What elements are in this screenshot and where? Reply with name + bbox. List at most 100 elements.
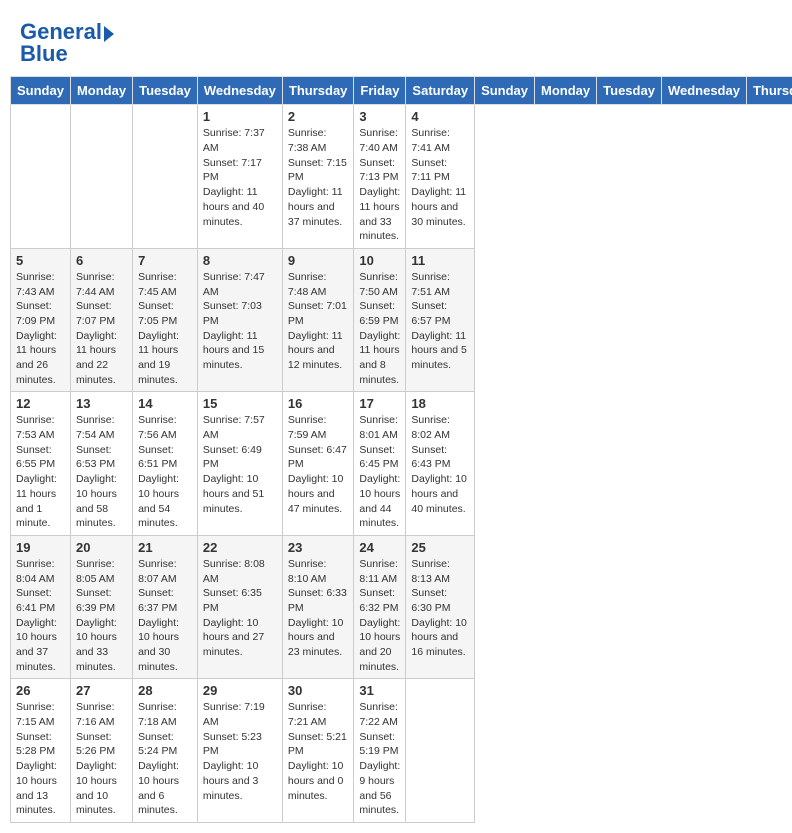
day-cell: 16 Sunrise: 7:59 AM Sunset: 6:47 PM Dayli…: [282, 392, 354, 536]
logo-subtext: Blue: [20, 42, 114, 66]
day-cell: 11 Sunrise: 7:51 AM Sunset: 6:57 PM Dayli…: [406, 248, 475, 392]
logo-arrow-icon: [104, 26, 114, 42]
week-row-2: 5 Sunrise: 7:43 AM Sunset: 7:09 PM Daylig…: [11, 248, 792, 392]
day-number: 5: [16, 253, 65, 268]
day-cell: 13Sunrise: 7:54 AM Sunset: 6:53 PM Dayli…: [70, 392, 132, 536]
day-number: 21: [138, 540, 192, 555]
day-header-sunday: Sunday: [475, 77, 535, 105]
day-number: 22: [203, 540, 277, 555]
day-number: 11: [411, 253, 469, 268]
day-info: Sunrise: 7:15 AM Sunset: 5:28 PM Dayligh…: [16, 700, 65, 818]
day-info: Sunrise: 7:50 AM Sunset: 6:59 PM Dayligh…: [359, 270, 400, 388]
day-number: 3: [359, 109, 400, 124]
day-cell: 26Sunrise: 7:15 AM Sunset: 5:28 PM Dayli…: [11, 679, 71, 823]
day-number: 1: [203, 109, 277, 124]
day-header-thursday: Thursday: [746, 77, 792, 105]
week-row-4: 19Sunrise: 8:04 AM Sunset: 6:41 PM Dayli…: [11, 535, 792, 679]
day-number: 25: [411, 540, 469, 555]
day-number: 30: [288, 683, 349, 698]
day-number: 9: [288, 253, 349, 268]
page-header: General Blue: [10, 10, 782, 71]
day-cell: [70, 105, 132, 249]
day-cell: [406, 679, 475, 823]
day-info: Sunrise: 7:45 AM Sunset: 7:05 PM Dayligh…: [138, 270, 192, 388]
logo: General Blue: [20, 20, 114, 66]
day-info: Sunrise: 7:44 AM Sunset: 7:07 PM Dayligh…: [76, 270, 127, 388]
day-number: 7: [138, 253, 192, 268]
day-header-sunday: Sunday: [11, 77, 71, 105]
day-cell: [11, 105, 71, 249]
day-info: Sunrise: 7:56 AM Sunset: 6:51 PM Dayligh…: [138, 413, 192, 531]
day-cell: 3 Sunrise: 7:40 AM Sunset: 7:13 PM Daylig…: [354, 105, 406, 249]
week-row-3: 12 Sunrise: 7:53 AM Sunset: 6:55 PM Dayli…: [11, 392, 792, 536]
day-cell: 17Sunrise: 8:01 AM Sunset: 6:45 PM Dayli…: [354, 392, 406, 536]
day-info: Sunrise: 7:48 AM Sunset: 7:01 PM Dayligh…: [288, 270, 349, 373]
day-number: 2: [288, 109, 349, 124]
day-cell: 5 Sunrise: 7:43 AM Sunset: 7:09 PM Daylig…: [11, 248, 71, 392]
day-number: 29: [203, 683, 277, 698]
day-cell: 21 Sunrise: 8:07 AM Sunset: 6:37 PM Dayli…: [133, 535, 198, 679]
day-info: Sunrise: 8:08 AM Sunset: 6:35 PM Dayligh…: [203, 557, 277, 660]
week-row-1: 1 Sunrise: 7:37 AM Sunset: 7:17 PM Daylig…: [11, 105, 792, 249]
day-cell: 18 Sunrise: 8:02 AM Sunset: 6:43 PM Dayli…: [406, 392, 475, 536]
day-info: Sunrise: 7:40 AM Sunset: 7:13 PM Dayligh…: [359, 126, 400, 244]
day-info: Sunrise: 7:54 AM Sunset: 6:53 PM Dayligh…: [76, 413, 127, 531]
day-info: Sunrise: 8:07 AM Sunset: 6:37 PM Dayligh…: [138, 557, 192, 675]
header-row: SundayMondayTuesdayWednesdayThursdayFrid…: [11, 77, 792, 105]
day-info: Sunrise: 7:16 AM Sunset: 5:26 PM Dayligh…: [76, 700, 127, 818]
day-info: Sunrise: 7:53 AM Sunset: 6:55 PM Dayligh…: [16, 413, 65, 531]
day-header-monday: Monday: [535, 77, 597, 105]
day-number: 27: [76, 683, 127, 698]
day-info: Sunrise: 8:02 AM Sunset: 6:43 PM Dayligh…: [411, 413, 469, 516]
day-number: 20: [76, 540, 127, 555]
week-row-5: 26Sunrise: 7:15 AM Sunset: 5:28 PM Dayli…: [11, 679, 792, 823]
day-cell: 22 Sunrise: 8:08 AM Sunset: 6:35 PM Dayli…: [197, 535, 282, 679]
day-cell: 23 Sunrise: 8:10 AM Sunset: 6:33 PM Dayli…: [282, 535, 354, 679]
day-info: Sunrise: 8:05 AM Sunset: 6:39 PM Dayligh…: [76, 557, 127, 675]
day-info: Sunrise: 8:10 AM Sunset: 6:33 PM Dayligh…: [288, 557, 349, 660]
day-info: Sunrise: 7:22 AM Sunset: 5:19 PM Dayligh…: [359, 700, 400, 818]
day-header-monday: Monday: [70, 77, 132, 105]
day-number: 31: [359, 683, 400, 698]
day-info: Sunrise: 8:04 AM Sunset: 6:41 PM Dayligh…: [16, 557, 65, 675]
day-info: Sunrise: 7:21 AM Sunset: 5:21 PM Dayligh…: [288, 700, 349, 803]
day-header-friday: Friday: [354, 77, 406, 105]
day-cell: 8 Sunrise: 7:47 AM Sunset: 7:03 PM Daylig…: [197, 248, 282, 392]
day-number: 10: [359, 253, 400, 268]
day-cell: 14 Sunrise: 7:56 AM Sunset: 6:51 PM Dayli…: [133, 392, 198, 536]
day-number: 18: [411, 396, 469, 411]
day-info: Sunrise: 8:01 AM Sunset: 6:45 PM Dayligh…: [359, 413, 400, 531]
day-number: 6: [76, 253, 127, 268]
day-header-tuesday: Tuesday: [597, 77, 662, 105]
day-cell: 7 Sunrise: 7:45 AM Sunset: 7:05 PM Daylig…: [133, 248, 198, 392]
day-header-wednesday: Wednesday: [661, 77, 746, 105]
day-number: 14: [138, 396, 192, 411]
day-number: 12: [16, 396, 65, 411]
day-number: 24: [359, 540, 400, 555]
day-info: Sunrise: 7:59 AM Sunset: 6:47 PM Dayligh…: [288, 413, 349, 516]
day-info: Sunrise: 8:13 AM Sunset: 6:30 PM Dayligh…: [411, 557, 469, 660]
day-cell: 12 Sunrise: 7:53 AM Sunset: 6:55 PM Dayli…: [11, 392, 71, 536]
day-cell: 1 Sunrise: 7:37 AM Sunset: 7:17 PM Daylig…: [197, 105, 282, 249]
day-cell: 25 Sunrise: 8:13 AM Sunset: 6:30 PM Dayli…: [406, 535, 475, 679]
calendar-table: SundayMondayTuesdayWednesdayThursdayFrid…: [10, 76, 792, 823]
day-number: 23: [288, 540, 349, 555]
day-info: Sunrise: 7:37 AM Sunset: 7:17 PM Dayligh…: [203, 126, 277, 229]
day-info: Sunrise: 8:11 AM Sunset: 6:32 PM Dayligh…: [359, 557, 400, 675]
day-cell: 29 Sunrise: 7:19 AM Sunset: 5:23 PM Dayli…: [197, 679, 282, 823]
day-cell: 20 Sunrise: 8:05 AM Sunset: 6:39 PM Dayli…: [70, 535, 132, 679]
day-info: Sunrise: 7:51 AM Sunset: 6:57 PM Dayligh…: [411, 270, 469, 373]
day-info: Sunrise: 7:19 AM Sunset: 5:23 PM Dayligh…: [203, 700, 277, 803]
day-number: 16: [288, 396, 349, 411]
day-number: 28: [138, 683, 192, 698]
day-info: Sunrise: 7:43 AM Sunset: 7:09 PM Dayligh…: [16, 270, 65, 388]
day-cell: 9 Sunrise: 7:48 AM Sunset: 7:01 PM Daylig…: [282, 248, 354, 392]
day-number: 8: [203, 253, 277, 268]
day-cell: 28Sunrise: 7:18 AM Sunset: 5:24 PM Dayli…: [133, 679, 198, 823]
day-cell: 2Sunrise: 7:38 AM Sunset: 7:15 PM Daylig…: [282, 105, 354, 249]
day-info: Sunrise: 7:41 AM Sunset: 7:11 PM Dayligh…: [411, 126, 469, 229]
day-cell: 15Sunrise: 7:57 AM Sunset: 6:49 PM Dayli…: [197, 392, 282, 536]
day-info: Sunrise: 7:47 AM Sunset: 7:03 PM Dayligh…: [203, 270, 277, 373]
day-number: 15: [203, 396, 277, 411]
day-header-wednesday: Wednesday: [197, 77, 282, 105]
